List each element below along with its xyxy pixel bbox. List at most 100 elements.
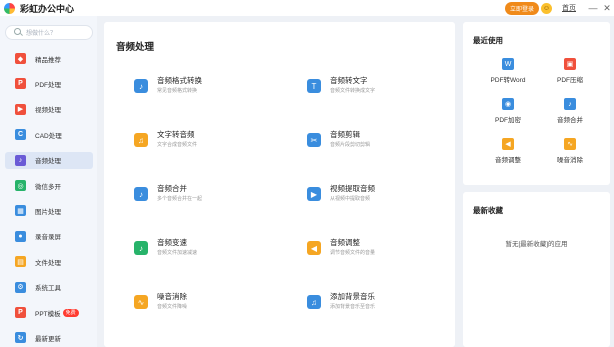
search-input[interactable]: 想做什么？ [5,25,93,40]
tool-name: 噪音消除 [157,292,187,301]
recent-item[interactable]: ♪ 音频合并 [540,98,600,128]
app-title: 彩虹办公中心 [20,3,75,14]
audio-merge-icon: ♪ [134,187,148,201]
recent-item-label: PDF转Word [490,77,526,84]
recent-item[interactable]: ◀ 音频调整 [478,138,538,168]
favorites-panel: 最新收藏 暂无[最新收藏]的应用 [463,192,610,347]
favorites-empty-text: 暂无[最新收藏]的应用 [505,241,568,248]
tool-card[interactable]: ▶ 视频提取音频 从视频中提取音频 [307,183,457,213]
pdf-icon: P [15,78,26,90]
video-icon: ▶ [15,103,26,115]
tool-card[interactable]: ◀ 音频调整 调节音频文件的音量 [307,237,457,267]
folder-icon: ▤ [15,256,26,268]
sidebar-item[interactable]: ◎ 微信多开 [5,177,93,194]
tool-card[interactable]: ♪ 音频格式转换 常见音频格式转换 [134,75,284,105]
audio-tools-panel: 音频处理 ♪ 音频格式转换 常见音频格式转换 T 音频转文字音频文件转换成文字 ♫ 文字转音… [104,22,455,347]
recent-item[interactable]: ∿ 噪音消除 [540,138,600,168]
pdf-compress-icon: ▣ [564,58,576,70]
login-button[interactable]: 立即登录 [504,1,539,15]
noise-removal-icon: ∿ [564,138,576,150]
tool-description: 音频文件加速减速 [157,250,198,256]
cad-icon: C [15,129,26,141]
audio-volume-icon: ◀ [307,241,321,255]
tool-description: 常见音频格式转换 [157,88,198,94]
recent-item-label: PDF压缩 [557,77,583,84]
sidebar-item[interactable]: ▶ 视频处理 [5,101,93,118]
sidebar-item-label: 录音录屏 [35,234,61,242]
avatar[interactable]: ☺ [541,2,552,14]
tool-card[interactable]: ♫ 添加背景音乐 添加背景音乐至音乐 [307,291,457,321]
ppt-icon: P [15,307,26,318]
tool-card[interactable]: ♫ 文字转音频 文字合成音频文件 [134,129,284,159]
audio-cut-icon: ✂ [307,133,321,147]
tool-description: 音频片段剪切剪辑 [330,142,371,148]
sidebar-item[interactable]: ▦ 图片处理 [5,202,93,219]
sidebar-item[interactable]: ◆ 精品推荐 [5,50,93,67]
sidebar-item-label: 音频处理 [35,158,61,166]
sidebar-item-label: 系统工具 [35,285,61,293]
home-link[interactable]: 首页 [562,3,576,13]
recent-item[interactable]: W PDF转Word [478,58,538,88]
sidebar-item[interactable]: C CAD处理 [5,126,93,143]
gift-icon: ◆ [15,53,26,64]
recent-item-label: 噪音消除 [557,157,583,164]
sidebar-item-label: 微信多开 [35,183,61,191]
update-icon: ↻ [15,332,26,344]
tool-name: 视频提取音频 [330,184,375,193]
music-icon: ♪ [15,154,26,166]
pdf-encrypt-icon: ◉ [502,98,514,110]
free-badge: 免费 [62,308,79,317]
titlebar-actions: 立即登录 ☺ 首页 — ✕ [504,0,614,16]
rainbow-logo-icon [4,2,15,14]
tool-description: 调节音频文件的音量 [330,250,376,256]
sidebar-item[interactable]: ⚙ 系统工具 [5,279,93,296]
tool-name: 添加背景音乐 [330,292,375,301]
tool-name: 音频转文字 [330,76,368,85]
tool-card[interactable]: ♪ 音频合并多个音频合并在一起 [134,183,284,213]
sidebar-item[interactable]: P PPT模板 免费 [5,304,93,321]
page-title: 音频处理 [116,42,155,53]
tool-name: 音频变速 [157,238,187,247]
tool-name: 音频格式转换 [157,76,202,85]
tool-card[interactable]: ∿ 噪音消除音频文件降噪 [134,291,284,321]
minimize-icon[interactable]: — [586,3,600,13]
noise-removal-icon: ∿ [134,295,148,309]
system-tools-icon: ⚙ [15,281,26,293]
audio-convert-icon: ♪ [134,79,148,93]
text-to-audio-icon: ♫ [134,133,148,147]
audio-volume-icon: ◀ [502,138,514,150]
tool-description: 添加背景音乐至音乐 [330,304,376,310]
image-icon: ▦ [15,205,26,217]
tool-name: 音频合并 [157,184,187,193]
video-extract-audio-icon: ▶ [307,187,321,201]
microphone-icon: ● [15,230,26,242]
sidebar-item-label: 文件处理 [35,259,61,267]
sidebar-item[interactable]: ♪ 音频处理 [5,151,93,169]
wechat-icon: ◎ [15,180,26,191]
tool-description: 音频文件转换成文字 [330,88,376,94]
tool-card[interactable]: ♪ 音频变速 音频文件加速减速 [134,237,284,267]
sidebar-item[interactable]: ▤ 文件处理 [5,253,93,270]
recent-panel: 最近使用 W PDF转Word ▣ PDF压缩 ◉ PDF加密 ♪ 音频合并 ◀ 音频调整 ∿ 噪音消… [463,22,610,185]
tool-card[interactable]: T 音频转文字音频文件转换成文字 [307,75,457,105]
sidebar-item[interactable]: ↻ 最新更新 [5,329,93,346]
pdf-to-word-icon: W [502,58,514,70]
sidebar-item-label: PDF处理 [35,81,61,89]
sidebar: 想做什么？ ◆ 精品推荐 P PDF处理 ▶ 视频处理 C CAD处理 ♪ 音频处理 ◎ 微信多开 ▦ 图… [0,16,97,347]
recent-item[interactable]: ◉ PDF加密 [478,98,538,128]
recent-item[interactable]: ▣ PDF压缩 [540,58,600,88]
sidebar-item[interactable]: P PDF处理 [5,75,93,92]
tool-name: 文字转音频 [157,130,195,139]
audio-to-text-icon: T [307,79,321,93]
close-icon[interactable]: ✕ [600,3,614,14]
search-icon [14,28,23,37]
sidebar-item-label: 最新更新 [35,335,61,343]
sidebar-item[interactable]: ● 录音录屏 [5,228,93,245]
tool-description: 音频文件降噪 [157,304,188,310]
audio-merge-icon: ♪ [564,98,576,110]
tool-description: 多个音频合并在一起 [157,196,203,202]
tool-description: 从视频中提取音频 [330,196,371,202]
sidebar-item-label: PPT模板 [35,310,61,318]
sidebar-item-label: 精品推荐 [35,56,61,64]
tool-card[interactable]: ✂ 音频剪辑 音频片段剪切剪辑 [307,129,457,159]
